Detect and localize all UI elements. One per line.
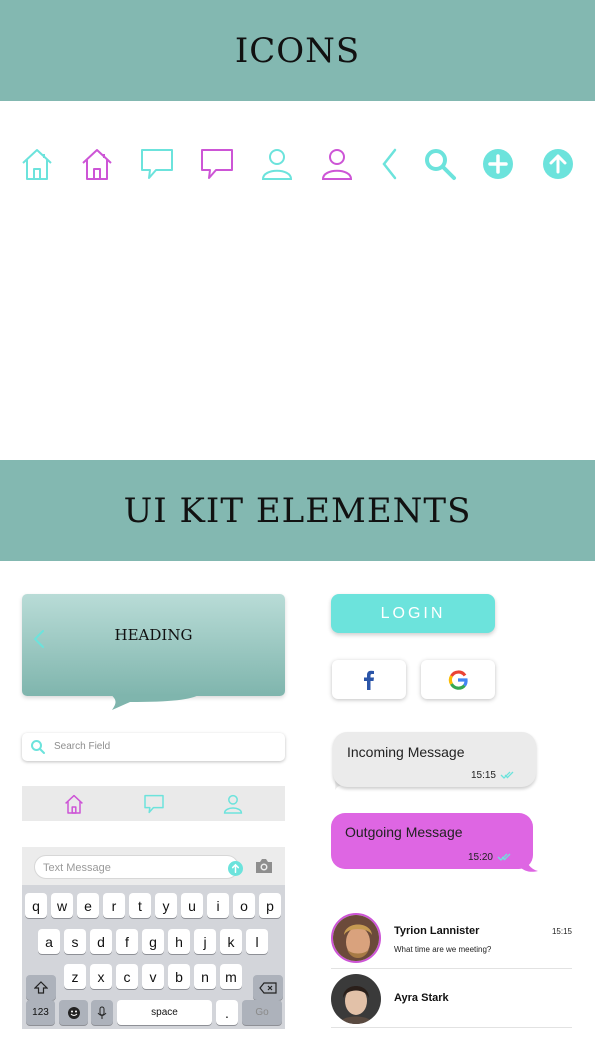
key-y[interactable]: y bbox=[155, 893, 177, 918]
emoji-icon bbox=[67, 1006, 80, 1019]
key-k[interactable]: k bbox=[220, 929, 242, 954]
double-check-icon bbox=[497, 853, 511, 861]
contact-time: 15:15 bbox=[551, 927, 572, 936]
outgoing-message-time: 15:20 bbox=[467, 852, 493, 863]
tab-user-icon[interactable] bbox=[221, 792, 245, 816]
tab-home-icon[interactable] bbox=[62, 792, 86, 816]
user-icon[interactable] bbox=[317, 144, 357, 184]
camera-icon[interactable] bbox=[254, 858, 274, 874]
outgoing-message-text: Outgoing Message bbox=[345, 824, 463, 840]
key-w[interactable]: w bbox=[51, 893, 73, 918]
incoming-message-bubble: Incoming Message 15:15 bbox=[333, 732, 536, 787]
google-login-button[interactable] bbox=[421, 660, 495, 699]
space-key[interactable]: space bbox=[117, 1000, 212, 1025]
contact-message-preview: What time are we meeting? bbox=[394, 945, 492, 954]
key-z[interactable]: z bbox=[64, 964, 86, 989]
key-n[interactable]: n bbox=[194, 964, 216, 989]
contact-name: Ayra Stark bbox=[394, 992, 449, 1004]
login-button[interactable]: LOGIN bbox=[331, 594, 495, 633]
backspace-icon bbox=[259, 981, 277, 994]
key-u[interactable]: u bbox=[181, 893, 203, 918]
user-icon[interactable] bbox=[257, 144, 297, 184]
key-l[interactable]: l bbox=[246, 929, 268, 954]
contact-list-item[interactable]: Tyrion Lannister What time are we meetin… bbox=[331, 911, 572, 969]
text-message-field[interactable]: Text Message bbox=[34, 855, 243, 879]
key-b[interactable]: b bbox=[168, 964, 190, 989]
key-g[interactable]: g bbox=[142, 929, 164, 954]
incoming-message-time: 15:15 bbox=[470, 770, 496, 781]
emoji-key[interactable] bbox=[59, 1000, 88, 1025]
shift-key[interactable] bbox=[26, 975, 56, 1000]
arrow-up-circle-icon[interactable] bbox=[538, 144, 578, 184]
key-f[interactable]: f bbox=[116, 929, 138, 954]
home-icon[interactable] bbox=[17, 144, 57, 184]
facebook-login-button[interactable] bbox=[332, 660, 406, 699]
go-key[interactable]: Go bbox=[242, 1000, 282, 1025]
key-a[interactable]: a bbox=[38, 929, 60, 954]
numbers-key[interactable]: 123 bbox=[26, 1000, 55, 1025]
key-v[interactable]: v bbox=[142, 964, 164, 989]
search-icon bbox=[31, 740, 45, 754]
microphone-icon bbox=[97, 1006, 107, 1019]
avatar bbox=[331, 974, 381, 1024]
ui-kit-section-banner: UI KIT ELEMENTS bbox=[0, 460, 595, 561]
key-t[interactable]: t bbox=[129, 893, 151, 918]
key-r[interactable]: r bbox=[103, 893, 125, 918]
double-check-icon bbox=[500, 771, 514, 779]
outgoing-message-bubble: Outgoing Message 15:20 bbox=[331, 813, 533, 869]
key-j[interactable]: j bbox=[194, 929, 216, 954]
header-card-tail bbox=[110, 694, 200, 710]
key-s[interactable]: s bbox=[64, 929, 86, 954]
key-h[interactable]: h bbox=[168, 929, 190, 954]
incoming-message-text: Incoming Message bbox=[347, 744, 465, 760]
key-m[interactable]: m bbox=[220, 964, 242, 989]
search-icon[interactable] bbox=[420, 144, 460, 184]
keyboard: Text Message qwertyuiopasdfghjklzxcvbnm … bbox=[22, 847, 285, 1029]
chat-icon[interactable] bbox=[137, 144, 177, 184]
key-q[interactable]: q bbox=[25, 893, 47, 918]
icon-showcase bbox=[0, 140, 595, 190]
header-card bbox=[22, 594, 285, 696]
text-message-placeholder: Text Message bbox=[43, 862, 111, 874]
microphone-key[interactable] bbox=[91, 1000, 113, 1025]
ui-kit-section-title: UI KIT ELEMENTS bbox=[123, 490, 472, 531]
icons-section-title: ICONS bbox=[234, 30, 361, 71]
chevron-left-icon[interactable] bbox=[370, 144, 410, 184]
header-title: HEADING bbox=[114, 626, 193, 644]
send-icon[interactable] bbox=[228, 861, 243, 876]
avatar bbox=[331, 913, 381, 963]
chat-icon[interactable] bbox=[197, 144, 237, 184]
plus-circle-icon[interactable] bbox=[478, 144, 518, 184]
key-p[interactable]: p bbox=[259, 893, 281, 918]
google-icon bbox=[448, 670, 468, 690]
icons-section-banner: ICONS bbox=[0, 0, 595, 101]
key-x[interactable]: x bbox=[90, 964, 112, 989]
facebook-icon bbox=[364, 670, 374, 690]
tab-bar bbox=[22, 786, 285, 821]
search-field[interactable]: Search Field bbox=[22, 733, 285, 761]
period-key[interactable]: . bbox=[216, 1000, 238, 1025]
key-i[interactable]: i bbox=[207, 893, 229, 918]
backspace-key[interactable] bbox=[253, 975, 283, 1000]
home-icon[interactable] bbox=[77, 144, 117, 184]
contact-name: Tyrion Lannister bbox=[394, 925, 480, 937]
key-d[interactable]: d bbox=[90, 929, 112, 954]
message-input-bar: Text Message bbox=[22, 847, 285, 885]
shift-icon bbox=[34, 980, 48, 994]
contact-list-item[interactable]: Ayra Stark bbox=[331, 970, 572, 1028]
key-e[interactable]: e bbox=[77, 893, 99, 918]
key-c[interactable]: c bbox=[116, 964, 138, 989]
search-placeholder: Search Field bbox=[54, 741, 111, 752]
key-o[interactable]: o bbox=[233, 893, 255, 918]
tab-chat-icon[interactable] bbox=[142, 792, 166, 816]
